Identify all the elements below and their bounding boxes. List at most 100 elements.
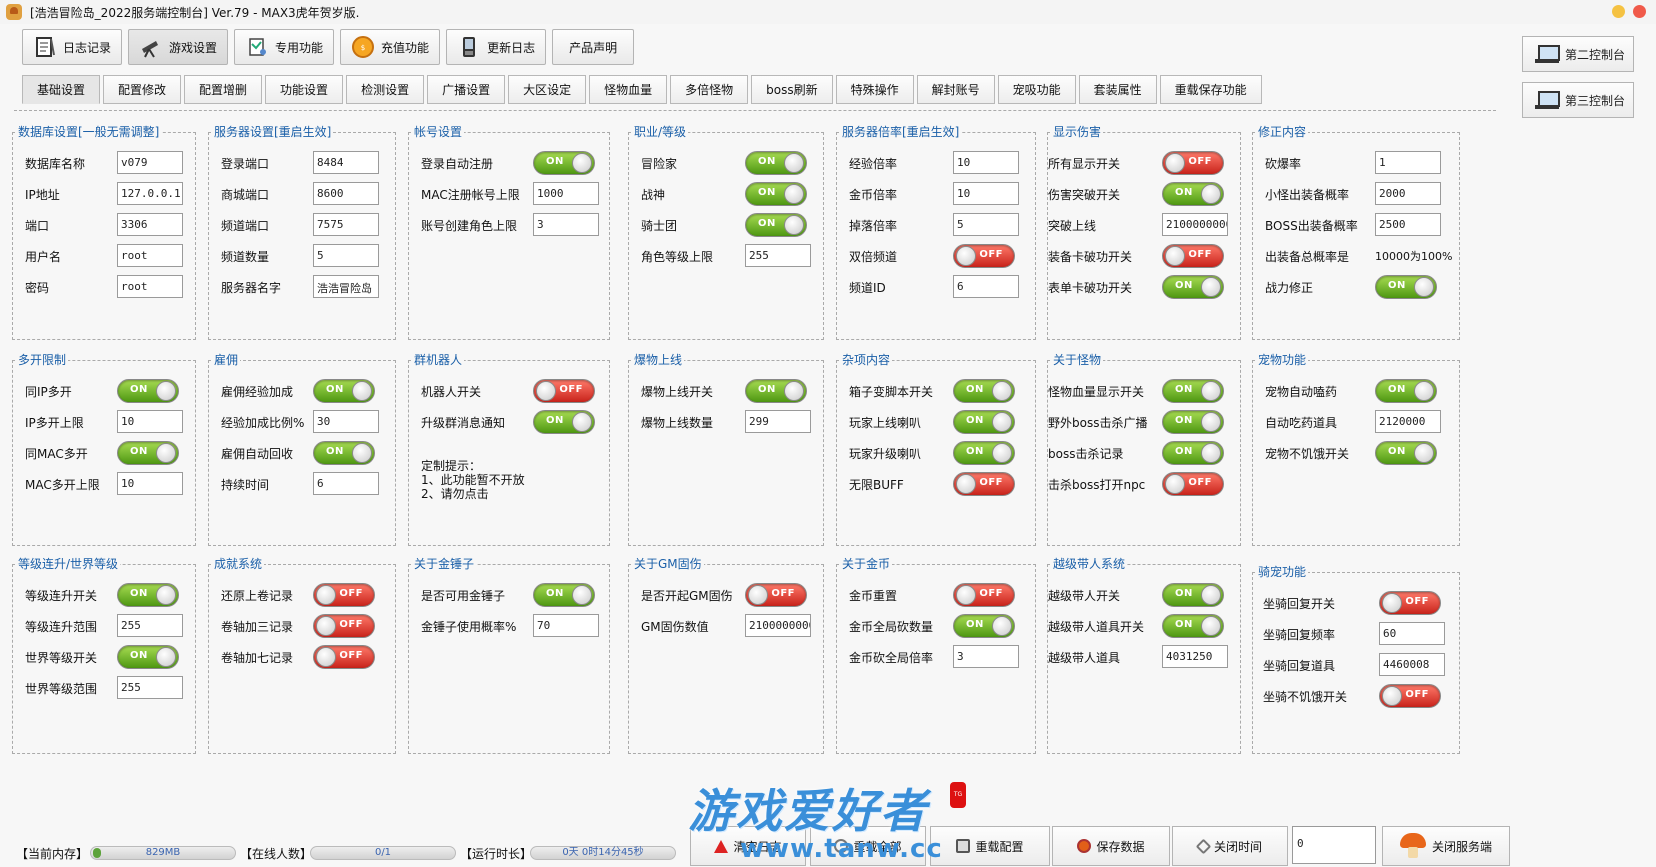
toggle-switch[interactable]: ON	[1162, 614, 1224, 638]
subtab-1[interactable]: 配置修改	[103, 75, 182, 104]
subtab-8[interactable]: 多倍怪物	[670, 75, 749, 104]
setting-input[interactable]: 2120000	[1375, 410, 1441, 433]
toggle-switch[interactable]: OFF	[1162, 151, 1224, 175]
setting-input[interactable]: 8484	[313, 151, 379, 174]
subtab-6[interactable]: 大区设定	[508, 75, 587, 104]
setting-input[interactable]: 255	[117, 614, 183, 637]
shutdown-server-button[interactable]: 关闭服务端	[1382, 826, 1510, 866]
tab-changelog[interactable]: 更新日志	[446, 29, 547, 65]
subtab-0[interactable]: 基础设置	[22, 75, 101, 104]
setting-input[interactable]: 5	[313, 244, 379, 267]
toggle-switch[interactable]: ON	[313, 441, 375, 465]
close-button[interactable]	[1633, 5, 1646, 18]
setting-input[interactable]: 60	[1379, 622, 1445, 645]
subtab-3[interactable]: 功能设置	[265, 75, 344, 104]
setting-input[interactable]: 4460008	[1379, 653, 1445, 676]
setting-input[interactable]: 6	[953, 275, 1019, 298]
setting-input[interactable]: 2000	[1375, 182, 1441, 205]
tab-log[interactable]: 日志记录	[22, 29, 123, 65]
setting-input[interactable]: 2500	[1375, 213, 1441, 236]
setting-input[interactable]: 127.0.0.1	[117, 182, 183, 205]
setting-input[interactable]: 10	[953, 182, 1019, 205]
toggle-switch[interactable]: OFF	[953, 472, 1015, 496]
toggle-switch[interactable]: OFF	[745, 583, 807, 607]
toggle-switch[interactable]: OFF	[533, 379, 595, 403]
toggle-switch[interactable]: ON	[117, 583, 179, 607]
toggle-switch[interactable]: ON	[1375, 441, 1437, 465]
subtab-14[interactable]: 重载保存功能	[1159, 75, 1262, 104]
setting-input[interactable]: 30	[313, 410, 379, 433]
setting-input[interactable]: 7575	[313, 213, 379, 236]
subtab-11[interactable]: 解封账号	[916, 75, 995, 104]
toggle-switch[interactable]: OFF	[1162, 472, 1224, 496]
toggle-switch[interactable]: ON	[1162, 275, 1224, 299]
toggle-switch[interactable]: ON	[1162, 182, 1224, 206]
toggle-switch[interactable]: OFF	[1162, 244, 1224, 268]
setting-input[interactable]: 255	[117, 676, 183, 699]
toggle-switch[interactable]: OFF	[313, 645, 375, 669]
toggle-switch[interactable]: ON	[1162, 379, 1224, 403]
setting-input[interactable]: 6	[313, 472, 379, 495]
toggle-switch[interactable]: ON	[1162, 441, 1224, 465]
setting-input[interactable]: 299	[745, 410, 811, 433]
tab-product-statement[interactable]: 产品声明	[552, 29, 635, 65]
setting-input[interactable]: 70	[533, 614, 599, 637]
toggle-switch[interactable]: OFF	[953, 583, 1015, 607]
toggle-switch[interactable]: ON	[745, 379, 807, 403]
subtab-4[interactable]: 检测设置	[346, 75, 425, 104]
save-data-button[interactable]: 保存数据	[1052, 826, 1170, 866]
minimize-button[interactable]	[1612, 5, 1625, 18]
subtab-7[interactable]: 怪物血量	[589, 75, 668, 104]
subtab-13[interactable]: 套装属性	[1078, 75, 1157, 104]
setting-input[interactable]: 1	[1375, 151, 1441, 174]
setting-input[interactable]: 浩浩冒险岛	[313, 275, 379, 298]
toggle-switch[interactable]: ON	[745, 213, 807, 237]
subtab-10[interactable]: 特殊操作	[835, 75, 914, 104]
toggle-switch[interactable]: ON	[953, 410, 1015, 434]
console-2-button[interactable]: 第二控制台	[1522, 36, 1634, 72]
toggle-switch[interactable]: ON	[533, 410, 595, 434]
setting-input[interactable]: 4031250	[1162, 645, 1228, 668]
toggle-switch[interactable]: OFF	[1379, 591, 1441, 615]
subtab-9[interactable]: boss刷新	[751, 75, 833, 104]
setting-input[interactable]: 8600	[313, 182, 379, 205]
toggle-switch[interactable]: ON	[117, 379, 179, 403]
toggle-switch[interactable]: ON	[117, 645, 179, 669]
toggle-switch[interactable]: ON	[117, 441, 179, 465]
shutdown-time-input[interactable]: 0	[1292, 826, 1376, 864]
toggle-switch[interactable]: ON	[1375, 379, 1437, 403]
toggle-switch[interactable]: ON	[533, 583, 595, 607]
toggle-switch[interactable]: ON	[745, 151, 807, 175]
console-3-button[interactable]: 第三控制台	[1522, 82, 1634, 118]
subtab-12[interactable]: 宠吸功能	[997, 75, 1076, 104]
toggle-switch[interactable]: ON	[313, 379, 375, 403]
subtab-5[interactable]: 广播设置	[427, 75, 506, 104]
toggle-switch[interactable]: ON	[953, 379, 1015, 403]
setting-input[interactable]: 5	[953, 213, 1019, 236]
setting-input[interactable]: root	[117, 275, 183, 298]
tab-game-settings[interactable]: 游戏设置	[128, 29, 229, 65]
subtab-2[interactable]: 配置增删	[184, 75, 263, 104]
setting-input[interactable]: 2100000000	[1162, 213, 1228, 236]
setting-input[interactable]: 1000	[533, 182, 599, 205]
setting-input[interactable]: 3306	[117, 213, 183, 236]
toggle-switch[interactable]: ON	[953, 441, 1015, 465]
setting-input[interactable]: 2100000000	[745, 614, 811, 637]
setting-input[interactable]: 255	[745, 244, 811, 267]
toggle-switch[interactable]: ON	[533, 151, 595, 175]
toggle-switch[interactable]: OFF	[1379, 684, 1441, 708]
setting-input[interactable]: 10	[117, 472, 183, 495]
tab-special-features[interactable]: 专用功能	[234, 29, 335, 65]
setting-input[interactable]: v079	[117, 151, 183, 174]
setting-input[interactable]: 10	[953, 151, 1019, 174]
shutdown-timer-button[interactable]: 关闭时间	[1172, 826, 1288, 866]
toggle-switch[interactable]: ON	[1162, 583, 1224, 607]
tab-recharge[interactable]: $ 充值功能	[340, 29, 441, 65]
setting-input[interactable]: root	[117, 244, 183, 267]
toggle-switch[interactable]: OFF	[313, 583, 375, 607]
toggle-switch[interactable]: OFF	[313, 614, 375, 638]
toggle-switch[interactable]: ON	[1375, 275, 1437, 299]
toggle-switch[interactable]: ON	[745, 182, 807, 206]
reload-config-button[interactable]: 重载配置	[930, 826, 1050, 866]
toggle-switch[interactable]: ON	[953, 614, 1015, 638]
